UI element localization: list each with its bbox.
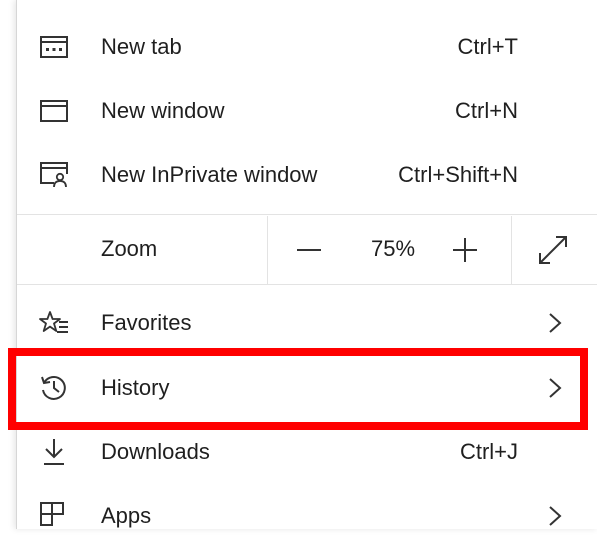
zoom-out-button[interactable] (287, 230, 331, 270)
divider (17, 284, 597, 285)
apps-icon (39, 501, 69, 531)
favorites-label: Favorites (101, 310, 192, 335)
new-inprivate-label: New InPrivate window (101, 162, 318, 187)
menu-item-new-window[interactable]: New window Ctrl+N (17, 79, 597, 143)
chevron-right-icon (549, 506, 562, 526)
download-icon (39, 437, 69, 467)
chevron-right-icon (549, 378, 562, 398)
zoom-in-button[interactable] (443, 230, 487, 270)
favorites-icon (39, 308, 69, 338)
menu-item-history[interactable]: History (17, 356, 597, 420)
menu-item-favorites[interactable]: Favorites (17, 291, 597, 355)
fullscreen-button[interactable] (531, 230, 575, 270)
menu-item-apps[interactable]: Apps (17, 484, 597, 548)
new-window-shortcut: Ctrl+N (455, 98, 518, 123)
history-icon (39, 373, 69, 403)
downloads-shortcut: Ctrl+J (459, 439, 518, 464)
history-label: History (101, 375, 170, 400)
zoom-label: Zoom (101, 236, 158, 261)
zoom-separator (267, 216, 268, 284)
menu-item-downloads[interactable]: Downloads Ctrl+J (17, 420, 597, 484)
zoom-separator (511, 216, 512, 284)
fullscreen-icon (539, 236, 567, 264)
menu-item-new-tab[interactable]: New tab Ctrl+T (17, 15, 597, 79)
chevron-right-icon (549, 313, 562, 333)
browser-settings-menu: New tab Ctrl+T New window Ctrl+N New InP… (16, 0, 597, 529)
apps-label: Apps (101, 503, 152, 528)
new-tab-label: New tab (101, 34, 182, 59)
zoom-value: 75% (371, 236, 416, 261)
new-tab-shortcut: Ctrl+T (457, 34, 519, 59)
new-window-label: New window (101, 98, 225, 123)
zoom-row: Zoom 75% (17, 216, 597, 284)
new-window-icon (39, 96, 69, 126)
new-inprivate-shortcut: Ctrl+Shift+N (398, 162, 518, 187)
inprivate-icon (39, 160, 69, 190)
divider (17, 214, 597, 215)
menu-item-new-inprivate-window[interactable]: New InPrivate window Ctrl+Shift+N (17, 143, 597, 207)
downloads-label: Downloads (101, 439, 210, 464)
new-tab-icon (39, 32, 69, 62)
